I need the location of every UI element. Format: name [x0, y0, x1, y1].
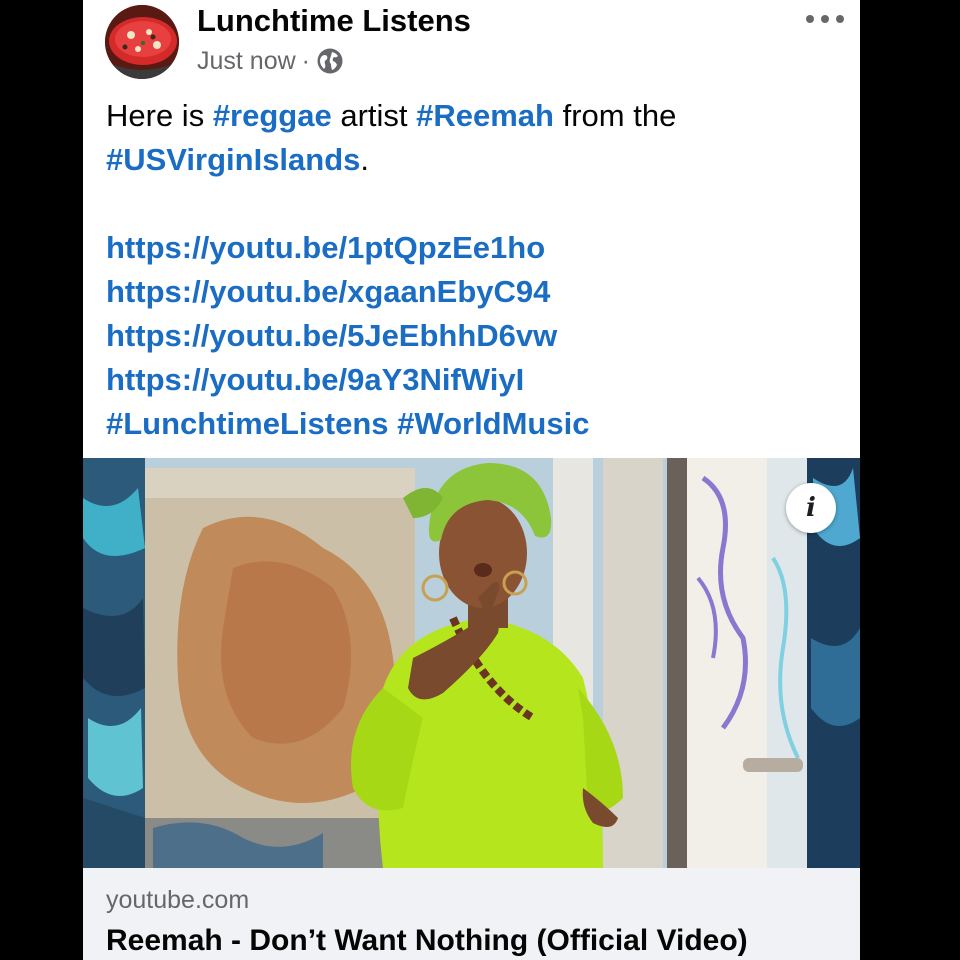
info-icon[interactable]: i — [786, 483, 836, 533]
page-avatar[interactable] — [105, 5, 179, 79]
hashtag-lunchtimelistens[interactable]: #LunchtimeListens — [106, 406, 389, 441]
more-dot — [806, 15, 814, 23]
hashtag-reggae[interactable]: #reggae — [213, 98, 332, 133]
link-preview-title[interactable]: Reemah - Don’t Want Nothing (Official Vi… — [106, 924, 748, 958]
post-body: Here is #reggae artist #Reemah from the … — [106, 94, 846, 446]
text-segment: artist — [331, 98, 417, 133]
text-segment: . — [360, 142, 370, 177]
more-options-icon[interactable] — [806, 10, 844, 28]
pizza-avatar-image — [105, 5, 179, 79]
post-meta: Just now · — [197, 44, 344, 78]
post-header: Lunchtime Listens Just now · — [83, 0, 860, 90]
globe-icon[interactable] — [316, 47, 344, 75]
link-preview-domain: youtube.com — [106, 886, 250, 914]
page-name[interactable]: Lunchtime Listens — [197, 2, 471, 40]
text-segment: Here is — [106, 98, 213, 133]
post-text-line-1: Here is #reggae artist #Reemah from the — [106, 94, 846, 138]
youtube-link-4[interactable]: https://youtu.be/9aY3NifWiyI — [106, 362, 524, 397]
youtube-link-1[interactable]: https://youtu.be/1ptQpzEe1ho — [106, 230, 545, 265]
post-card: Lunchtime Listens Just now · Here is #re… — [83, 0, 860, 960]
video-thumbnail[interactable]: i — [83, 458, 860, 868]
youtube-link-3[interactable]: https://youtu.be/5JeEbhhD6vw — [106, 318, 557, 353]
post-text-hashtags: #LunchtimeListens #WorldMusic — [106, 402, 846, 446]
more-dot — [836, 15, 844, 23]
meta-separator: · — [301, 46, 310, 75]
text-segment: from the — [553, 98, 677, 133]
youtube-link-2[interactable]: https://youtu.be/xgaanEbyC94 — [106, 274, 550, 309]
link-preview[interactable]: youtube.com Reemah - Don’t Want Nothing … — [83, 868, 860, 960]
thumbnail-image — [83, 458, 860, 868]
hashtag-reemah[interactable]: #Reemah — [416, 98, 554, 133]
hashtag-usvirginislands[interactable]: #USVirginIslands — [106, 142, 360, 177]
post-text-line-2: #USVirginIslands. — [106, 138, 846, 182]
post-timestamp[interactable]: Just now — [197, 47, 296, 76]
more-dot — [821, 15, 829, 23]
hashtag-worldmusic[interactable]: #WorldMusic — [397, 406, 589, 441]
